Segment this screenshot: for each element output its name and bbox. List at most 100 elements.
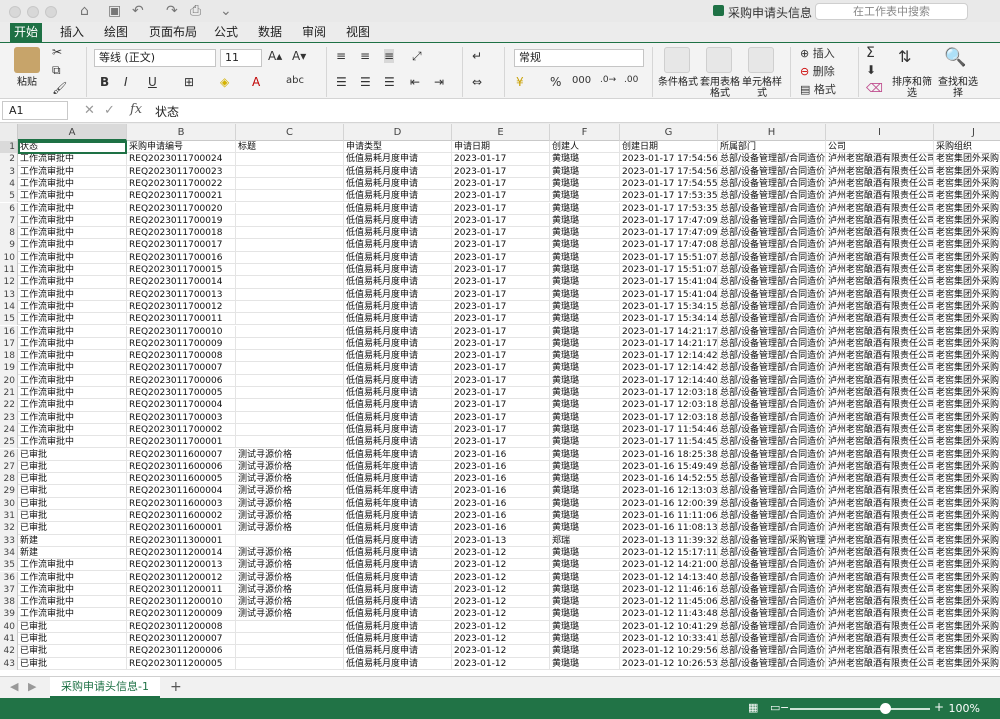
cell[interactable]: REQ2023011700018 bbox=[127, 227, 236, 240]
cell[interactable]: REQ2023011700024 bbox=[127, 153, 236, 166]
paste-icon[interactable] bbox=[14, 47, 40, 73]
next-sheet-icon[interactable]: ▶ bbox=[28, 680, 36, 693]
row-number[interactable]: 33 bbox=[0, 534, 18, 547]
align-top-icon[interactable]: ≡ bbox=[336, 49, 346, 63]
cell[interactable]: 工作流审批中 bbox=[18, 288, 127, 301]
cell[interactable]: 黄璐璐 bbox=[550, 374, 620, 387]
cell[interactable]: REQ2023011700009 bbox=[127, 337, 236, 351]
cell[interactable]: 低值易耗月度申请 bbox=[344, 411, 452, 424]
column-header-e[interactable]: E bbox=[452, 124, 550, 141]
cell[interactable]: 老窖集团外采购 bbox=[934, 522, 1000, 535]
header-cell[interactable]: 申请日期 bbox=[452, 141, 550, 154]
cell[interactable] bbox=[236, 313, 344, 326]
cell[interactable]: 老窖集团外采购 bbox=[934, 276, 1000, 289]
cell[interactable]: 泸州老窖酿酒有限责任公司 bbox=[826, 337, 934, 351]
column-header-h[interactable]: H bbox=[718, 124, 826, 141]
cell[interactable]: 泸州老窖酿酒有限责任公司 bbox=[826, 202, 934, 215]
cell[interactable]: 低值易耗年度申请 bbox=[344, 448, 452, 461]
cell[interactable]: 黄璐璐 bbox=[550, 596, 620, 609]
cell[interactable]: 泸州老窖酿酒有限责任公司 bbox=[826, 583, 934, 597]
decrease-indent-icon[interactable]: ⇤ bbox=[410, 75, 420, 89]
cell[interactable]: 黄璐璐 bbox=[550, 485, 620, 498]
cell[interactable]: 总部/设备管理部/合同造价 bbox=[718, 399, 826, 412]
increase-indent-icon[interactable]: ⇥ bbox=[434, 75, 444, 89]
row-number[interactable]: 10 bbox=[0, 251, 18, 264]
cell[interactable]: 黄璐璐 bbox=[550, 300, 620, 314]
cell[interactable]: 黄璐璐 bbox=[550, 276, 620, 289]
number-format-select[interactable]: 常规 bbox=[514, 49, 644, 67]
cell[interactable]: 老窖集团外采购 bbox=[934, 350, 1000, 363]
cell[interactable]: 已审批 bbox=[18, 645, 127, 658]
cell[interactable]: 工作流审批中 bbox=[18, 300, 127, 314]
cell[interactable]: 总部/设备管理部/采购管理 bbox=[718, 534, 826, 547]
cell[interactable]: 老窖集团外采购 bbox=[934, 473, 1000, 486]
row-number[interactable]: 7 bbox=[0, 214, 18, 228]
cell[interactable] bbox=[236, 264, 344, 277]
increase-decimal-icon[interactable]: .0→ bbox=[600, 75, 616, 85]
phonetic-icon[interactable]: abc bbox=[286, 75, 304, 86]
cell[interactable]: REQ2023011700002 bbox=[127, 423, 236, 437]
cell[interactable]: 黄璐璐 bbox=[550, 190, 620, 203]
copy-icon[interactable]: ⧉ bbox=[52, 63, 61, 78]
increase-font-icon[interactable]: A▴ bbox=[268, 49, 282, 63]
cell[interactable]: 2023-01-17 11:54:45 bbox=[620, 436, 718, 449]
cell[interactable] bbox=[236, 227, 344, 240]
paste-label[interactable]: 粘贴 bbox=[10, 77, 44, 88]
cell[interactable]: 测试寻源价格 bbox=[236, 559, 344, 572]
cell[interactable]: 工作流审批中 bbox=[18, 239, 127, 252]
tab-data[interactable]: 数据 bbox=[254, 23, 286, 42]
cell[interactable]: 低值易耗月度申请 bbox=[344, 165, 452, 178]
cell[interactable]: 泸州老窖酿酒有限责任公司 bbox=[826, 596, 934, 609]
cell[interactable]: REQ2023011200008 bbox=[127, 620, 236, 633]
find-select-label[interactable]: 查找和选择 bbox=[936, 77, 980, 99]
cell[interactable] bbox=[236, 620, 344, 633]
insert-function-icon[interactable]: fx bbox=[130, 102, 142, 117]
cell[interactable]: 工作流审批中 bbox=[18, 153, 127, 166]
cell[interactable]: 老窖集团外采购 bbox=[934, 289, 1000, 301]
cell[interactable]: 老窖集团外采购 bbox=[934, 584, 1000, 597]
cell[interactable]: REQ2023011700022 bbox=[127, 177, 236, 191]
zoom-in-icon[interactable]: + bbox=[934, 700, 944, 714]
cell[interactable]: 测试寻源价格 bbox=[236, 485, 344, 498]
cell[interactable]: 低值易耗月度申请 bbox=[344, 657, 452, 670]
header-cell[interactable]: 所属部门 bbox=[718, 141, 826, 154]
print-icon[interactable]: ⎙ bbox=[190, 3, 201, 19]
cell[interactable] bbox=[236, 387, 344, 400]
cell[interactable]: 2023-01-12 bbox=[452, 559, 550, 572]
find-select-icon[interactable]: 🔍 bbox=[944, 47, 966, 68]
cell[interactable]: 2023-01-17 bbox=[452, 411, 550, 424]
cell[interactable]: 黄璐璐 bbox=[550, 362, 620, 375]
cell[interactable]: 泸州老窖酿酒有限责任公司 bbox=[826, 657, 934, 670]
cell[interactable]: 低值易耗月度申请 bbox=[344, 227, 452, 240]
cell[interactable]: 总部/设备管理部/合同造价 bbox=[718, 276, 826, 289]
cell[interactable]: 泸州老窖酿酒有限责任公司 bbox=[826, 608, 934, 621]
cell[interactable]: 总部/设备管理部/合同造价 bbox=[718, 362, 826, 375]
cell[interactable] bbox=[236, 153, 344, 166]
cell[interactable]: 泸州老窖酿酒有限责任公司 bbox=[826, 448, 934, 461]
row-number[interactable]: 1 bbox=[0, 141, 18, 154]
align-middle-icon[interactable]: ≡ bbox=[360, 49, 370, 63]
row-number[interactable]: 26 bbox=[0, 448, 18, 461]
cell[interactable]: REQ2023011600003 bbox=[127, 497, 236, 510]
column-header-f[interactable]: F bbox=[550, 124, 620, 141]
zoom-window-button[interactable] bbox=[45, 6, 57, 18]
orientation-icon[interactable]: ⤢ bbox=[412, 49, 422, 64]
cell[interactable]: 2023-01-17 11:54:46 bbox=[620, 423, 718, 437]
cell[interactable] bbox=[236, 633, 344, 646]
cell[interactable]: 黄璐璐 bbox=[550, 571, 620, 584]
cell[interactable]: 2023-01-17 15:51:07 bbox=[620, 251, 718, 264]
cell[interactable]: 泸州老窖酿酒有限责任公司 bbox=[826, 288, 934, 301]
cell[interactable]: 泸州老窖酿酒有限责任公司 bbox=[826, 460, 934, 474]
cell[interactable]: 老窖集团外采购 bbox=[934, 387, 1000, 400]
cell[interactable]: 工作流审批中 bbox=[18, 251, 127, 264]
cell[interactable] bbox=[236, 325, 344, 338]
cell[interactable]: 2023-01-16 bbox=[452, 460, 550, 474]
cell[interactable]: 总部/设备管理部/合同造价 bbox=[718, 239, 826, 252]
cell[interactable]: 总部/设备管理部/合同造价 bbox=[718, 571, 826, 584]
cell[interactable]: 低值易耗年度申请 bbox=[344, 460, 452, 474]
cell[interactable]: 已审批 bbox=[18, 522, 127, 535]
customize-icon[interactable]: ⌄ bbox=[220, 3, 232, 19]
cell[interactable]: 泸州老窖酿酒有限责任公司 bbox=[826, 387, 934, 400]
cell[interactable]: 总部/设备管理部/合同造价 bbox=[718, 313, 826, 326]
cell[interactable]: 老窖集团外采购 bbox=[934, 510, 1000, 523]
